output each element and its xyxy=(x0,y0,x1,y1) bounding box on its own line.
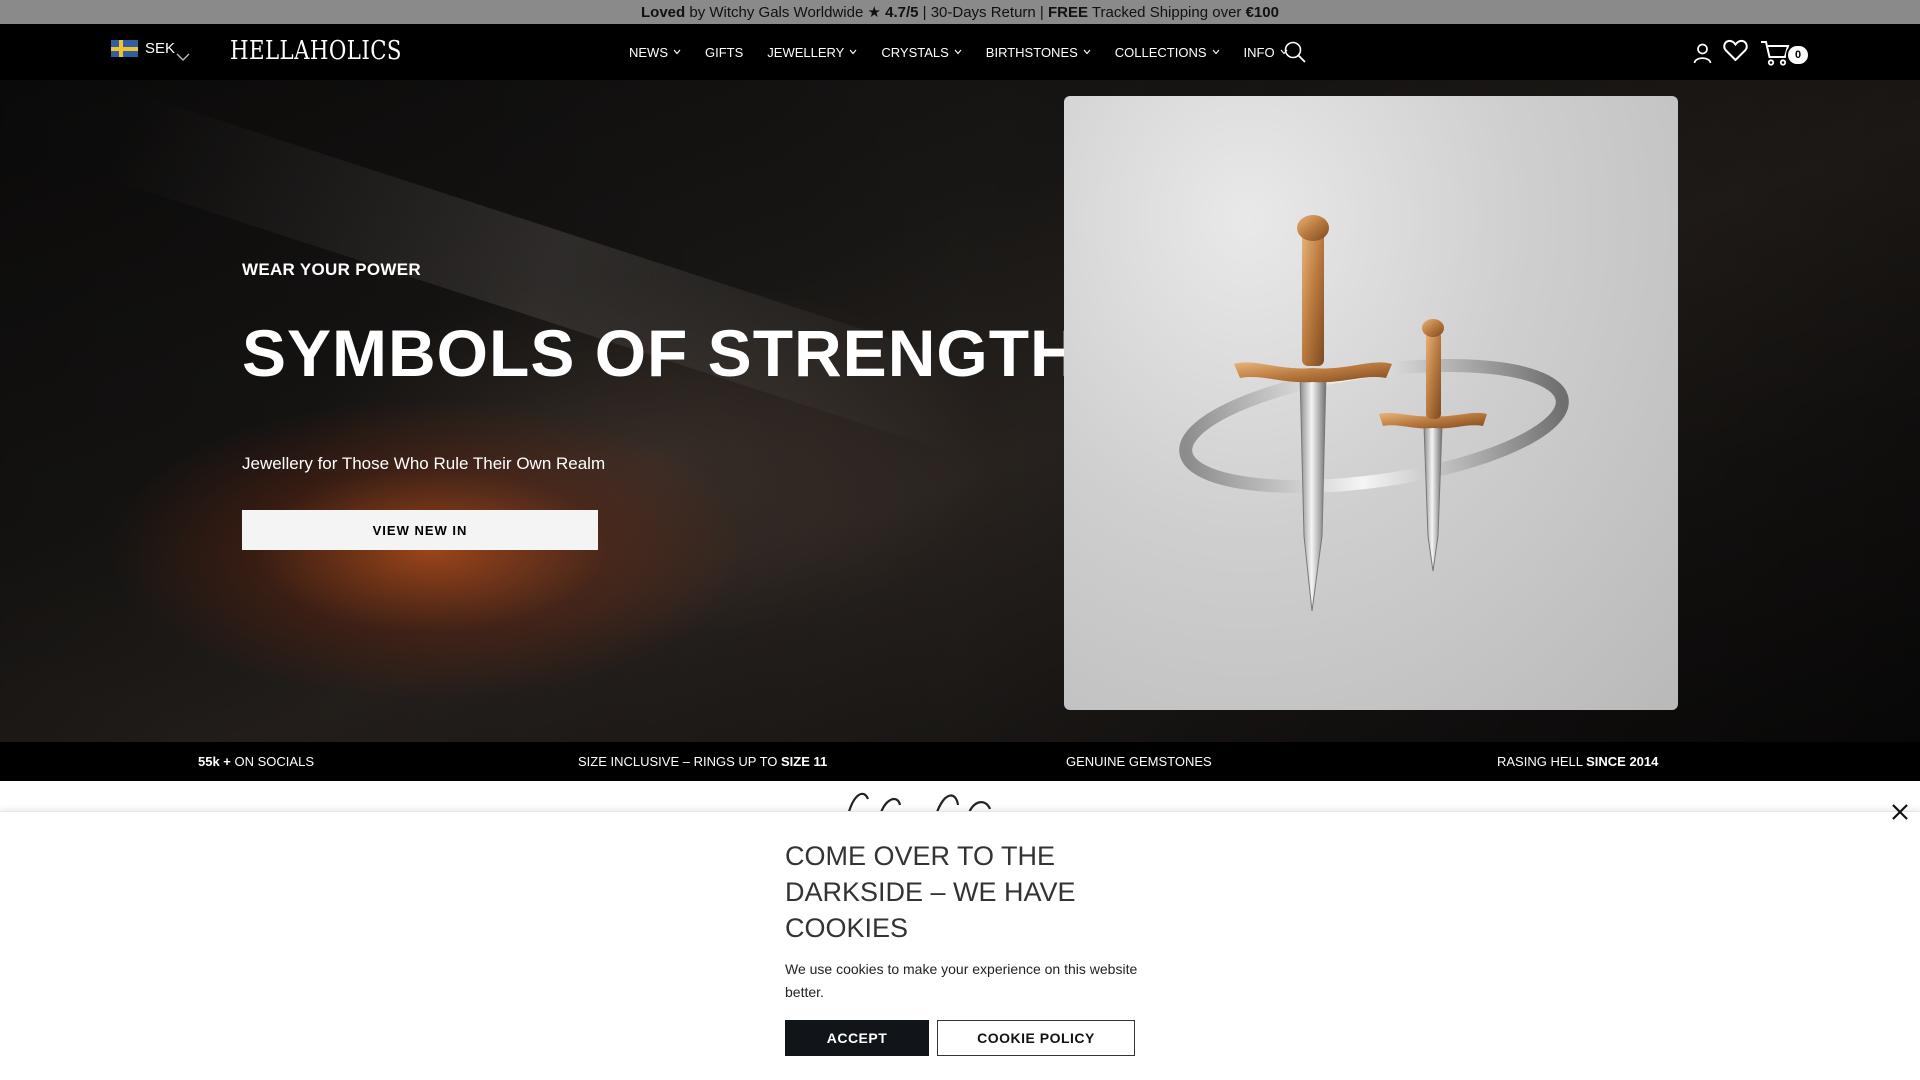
announcement-loved: Loved xyxy=(641,3,686,21)
hero-eyebrow: WEAR YOUR POWER xyxy=(242,260,421,279)
chevron-down-icon xyxy=(1083,49,1091,55)
nav-item-news[interactable]: NEWS xyxy=(629,45,681,60)
nav-label: COLLECTIONS xyxy=(1114,44,1207,60)
usp-bar: 55k + ON SOCIALS SIZE INCLUSIVE – RINGS … xyxy=(0,742,1920,781)
announcement-by: by Witchy Gals Worldwide xyxy=(685,3,868,21)
close-icon[interactable] xyxy=(1890,802,1910,822)
chevron-down-icon xyxy=(849,49,857,55)
hero-subtitle: Jewellery for Those Who Rule Their Own R… xyxy=(242,454,606,473)
announcement-rating: 4.7/5 xyxy=(880,3,919,21)
announcement-returns: | 30-Days Return | xyxy=(918,3,1048,21)
nav-label: JEWELLERY xyxy=(767,44,845,60)
usp-raising-hell: RASING HELL SINCE 2014 xyxy=(1497,754,1658,769)
hero-title: SYMBOLS OF STRENGTH xyxy=(242,316,1079,390)
nav-item-collections[interactable]: COLLECTIONS xyxy=(1115,45,1220,60)
announcement-bar: Loved by Witchy Gals Worldwide ★ 4.7/5 |… xyxy=(0,0,1920,24)
usp-socials-count: 55k + xyxy=(198,754,231,769)
view-new-in-button[interactable]: VIEW NEW IN xyxy=(242,510,598,550)
nav-item-jewellery[interactable]: JEWELLERY xyxy=(767,45,857,60)
cookie-banner: COME OVER TO THE DARKSIDE – WE HAVE COOK… xyxy=(0,804,1920,1080)
nav-item-info[interactable]: INFO xyxy=(1244,45,1288,60)
sweden-flag-icon xyxy=(111,40,138,57)
search-icon[interactable] xyxy=(1283,40,1307,64)
currency-selector[interactable]: SEK xyxy=(111,40,175,57)
star-icon: ★ xyxy=(867,4,881,21)
hero-banner: WEAR YOUR POWER SYMBOLS OF STRENGTH Jewe… xyxy=(0,80,1920,742)
main-nav: NEWS GIFTS JEWELLERY CRYSTALS BIRTHSTONE… xyxy=(629,24,1312,80)
nav-label: CRYSTALS xyxy=(881,44,949,60)
wishlist-icon[interactable] xyxy=(1723,39,1748,62)
chevron-down-icon[interactable] xyxy=(176,52,190,62)
chevron-down-icon xyxy=(673,49,681,55)
usp-socials-label: ON SOCIALS xyxy=(230,754,314,769)
currency-label: SEK xyxy=(145,40,176,57)
usp-size-label: SIZE INCLUSIVE – RINGS UP TO xyxy=(578,754,782,769)
nav-label: INFO xyxy=(1243,44,1275,60)
announcement-shipping: Tracked Shipping over xyxy=(1088,3,1246,21)
nav-label: NEWS xyxy=(629,44,668,60)
cookie-title: COME OVER TO THE DARKSIDE – WE HAVE COOK… xyxy=(785,841,1076,943)
accept-button[interactable]: ACCEPT xyxy=(785,1020,929,1056)
usp-hell-since: SINCE 2014 xyxy=(1586,754,1659,769)
announcement-threshold: €100 xyxy=(1245,3,1279,21)
usp-gemstones: GENUINE GEMSTONES xyxy=(1066,754,1212,769)
cookie-policy-button[interactable]: COOKIE POLICY xyxy=(937,1020,1135,1056)
chevron-down-icon xyxy=(954,49,962,55)
nav-label: BIRTHSTONES xyxy=(985,44,1078,60)
usp-socials: 55k + ON SOCIALS xyxy=(198,754,314,769)
site-logo[interactable]: HELLAHOLICS xyxy=(230,36,402,66)
nav-item-birthstones[interactable]: BIRTHSTONES xyxy=(986,45,1091,60)
announcement-free: FREE xyxy=(1047,3,1088,21)
product-image[interactable] xyxy=(1064,96,1678,710)
cookie-text: We use cookies to make your experience o… xyxy=(785,961,1138,1000)
nav-item-gifts[interactable]: GIFTS xyxy=(705,45,743,60)
nav-label: GIFTS xyxy=(705,44,744,60)
cart-count-badge: 0 xyxy=(1786,44,1810,66)
chevron-down-icon xyxy=(1212,49,1219,55)
account-icon[interactable] xyxy=(1692,42,1713,64)
dagger-ring-image xyxy=(1179,215,1569,612)
usp-size-inclusive: SIZE INCLUSIVE – RINGS UP TO SIZE 11 xyxy=(578,754,827,769)
usp-hell-label: RASING HELL xyxy=(1497,754,1587,769)
site-header: SEK HELLAHOLICS NEWS GIFTS JEWELLERY CRY… xyxy=(0,24,1920,80)
usp-size-value: SIZE 11 xyxy=(781,754,828,769)
nav-item-crystals[interactable]: CRYSTALS xyxy=(881,44,962,60)
